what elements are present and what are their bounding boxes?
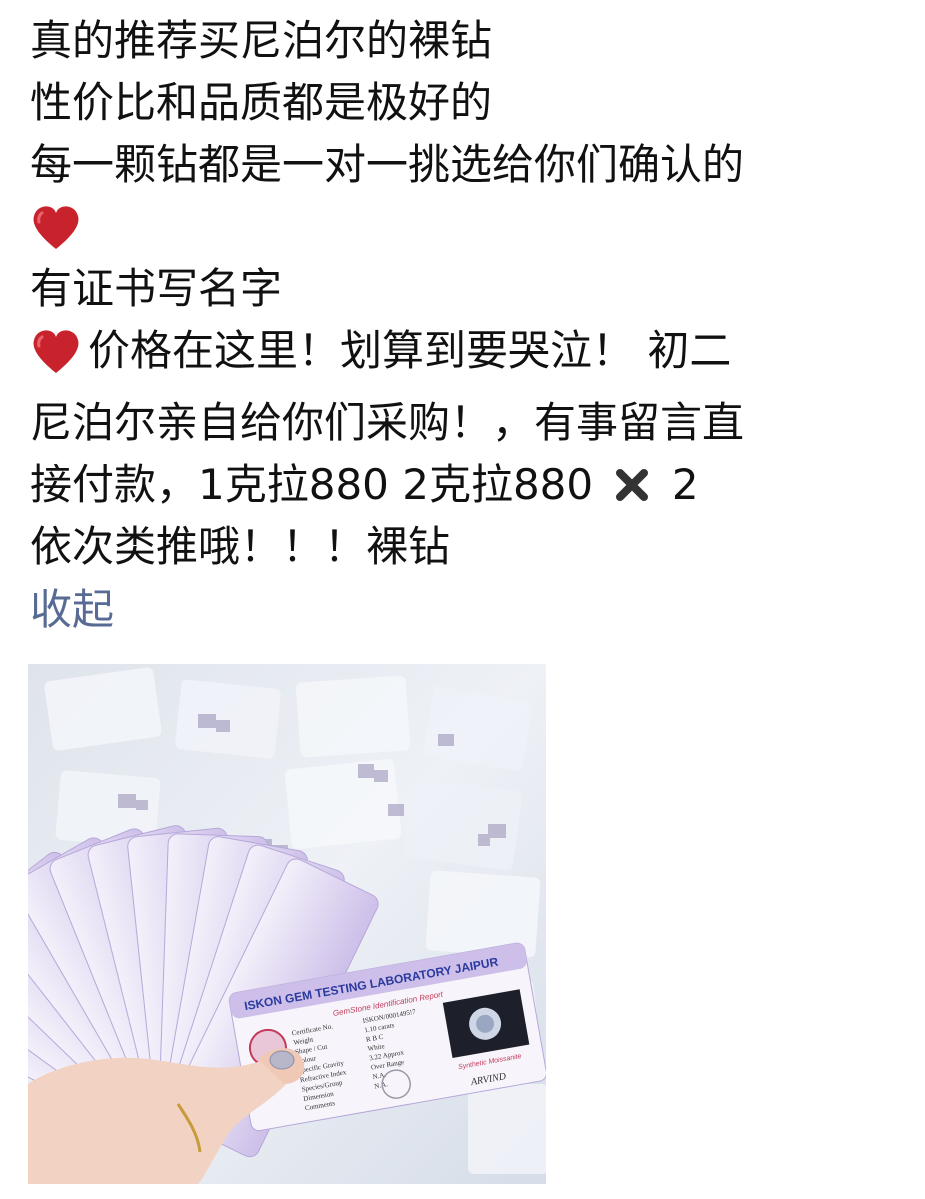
post-line-7-wrap: 接付款，1克拉880 2克拉880 2 <box>30 454 900 516</box>
red-heart-icon <box>30 327 82 375</box>
post-text: 真的推荐买尼泊尔的裸钻 性价比和品质都是极好的 每一颗钻都是一对一挑选给你们确认… <box>30 10 900 578</box>
post-line-6: 尼泊尔亲自给你们采购！，有事留言直 <box>30 398 745 447</box>
post-line-5: 价格在这里！划算到要哭泣！ 初二 <box>88 326 732 375</box>
post-line-5-wrap: 价格在这里！划算到要哭泣！ 初二 <box>30 320 731 382</box>
post-photo[interactable]: ISKON GEM TESTING LABORATORY JAIPUR GemS… <box>28 664 546 1184</box>
certificates-photo-illustration: ISKON GEM TESTING LABORATORY JAIPUR GemS… <box>28 664 546 1184</box>
post-line-1: 真的推荐买尼泊尔的裸钻 <box>30 16 493 65</box>
collapse-link[interactable]: 收起 <box>30 582 114 638</box>
post-line-7: 接付款，1克拉880 2克拉880 <box>30 460 594 509</box>
post-line-4: 有证书写名字 <box>30 264 283 313</box>
heart-emoji-line <box>30 196 900 258</box>
post-line-2: 性价比和品质都是极好的 <box>30 78 493 127</box>
post-line-7-tail: 2 <box>671 460 699 509</box>
post-line-3: 每一颗钻都是一对一挑选给你们确认的 <box>30 140 745 189</box>
red-heart-icon <box>30 203 82 251</box>
post-line-8: 依次类推哦！！！裸钻 <box>30 522 451 571</box>
multiplication-x-icon <box>612 460 652 501</box>
